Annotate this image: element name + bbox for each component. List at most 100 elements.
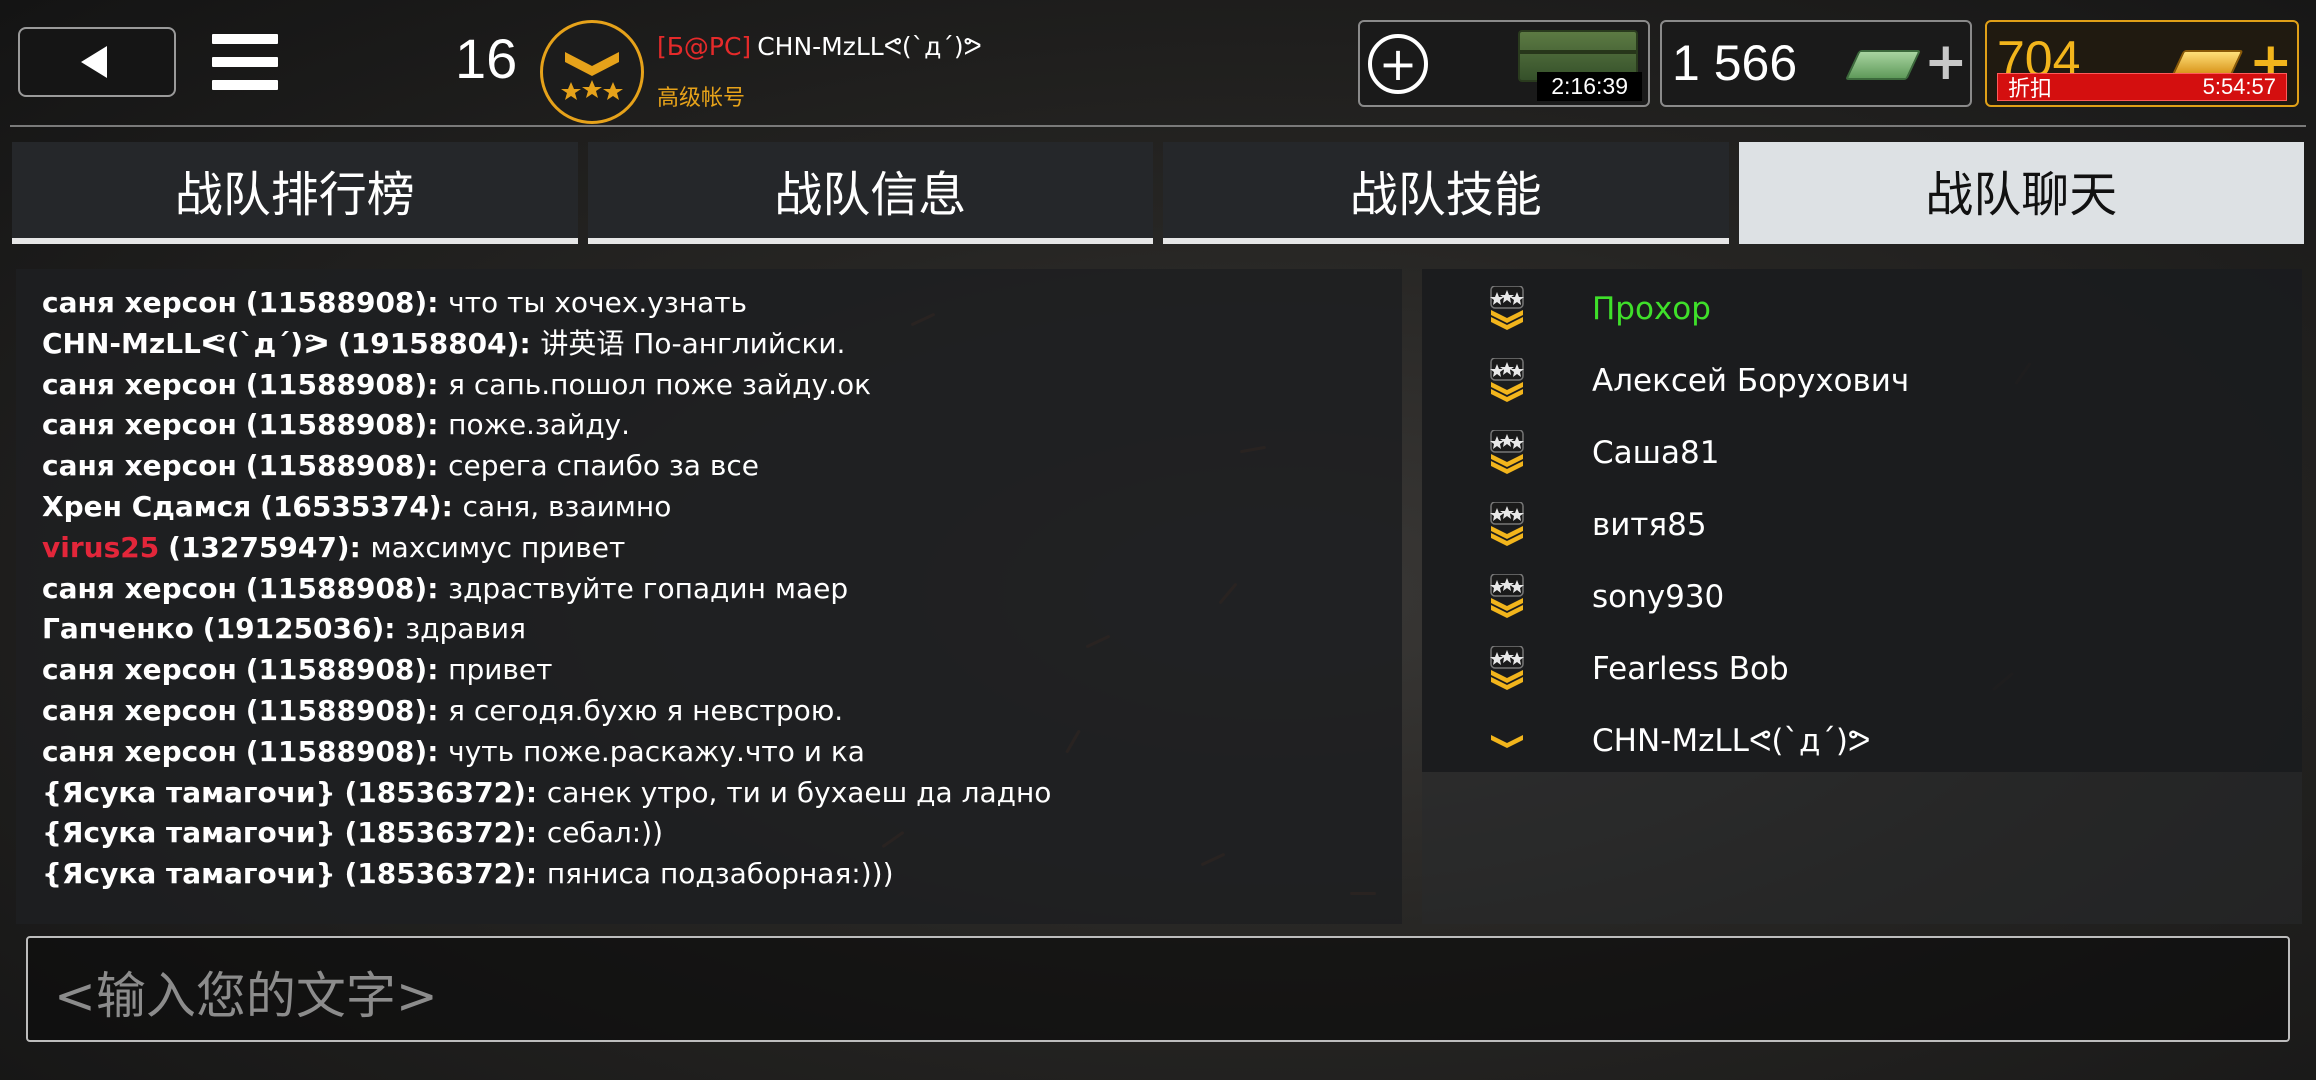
message-author[interactable]: саня херсон [42, 449, 237, 482]
message-text: я сапь.пошол поже зайду.ок [448, 367, 872, 401]
back-button[interactable] [18, 27, 176, 97]
message-author[interactable]: саня херсон [42, 653, 237, 686]
message-text: 讲英语 По-английски. [540, 326, 846, 360]
chat-message: саня херсон (11588908): что ты хочех.узн… [42, 283, 1376, 324]
discount-bar[interactable]: 折扣 5:54:57 [1997, 73, 2287, 102]
hamburger-menu-icon [212, 34, 278, 44]
member-row[interactable]: Прохор [1422, 273, 2302, 345]
member-row[interactable]: Саша81 [1422, 417, 2302, 489]
cash-amount: 1 566 [1672, 35, 1798, 91]
message-colon: : [525, 816, 547, 850]
message-colon: : [441, 489, 463, 523]
message-author[interactable]: саня херсон [42, 572, 237, 605]
chat-message: Гапченко (19125036): здравия [42, 609, 1376, 650]
message-colon: : [427, 571, 449, 605]
chat-input[interactable]: <输入您的文字> [26, 936, 2290, 1042]
rank-badge[interactable] [540, 20, 644, 124]
message-author[interactable]: саня херсон [42, 286, 237, 319]
clan-tabs: 战队排行榜 战队信息 战队技能 战队聊天 [12, 142, 2304, 244]
account-type: 高级帐号 [657, 86, 746, 111]
message-author-id: (18536372) [344, 816, 526, 850]
message-author[interactable]: саня херсон [42, 694, 237, 727]
player-name-text: CHN-MzLLᕙ(`д´)ᕗ [757, 32, 982, 61]
message-text: пяниса подзаборная:))) [546, 857, 894, 891]
message-author-id: (11588908) [245, 449, 428, 483]
message-text: себал:)) [546, 816, 664, 850]
tab-clan-chat[interactable]: 战队聊天 [1738, 142, 2304, 244]
rank-star-chevron-icon [1422, 502, 1592, 548]
message-text: привет [448, 653, 553, 687]
hamburger-line [212, 80, 278, 90]
chat-log[interactable]: саня херсон (11588908): что ты хочех.узн… [16, 269, 1402, 924]
message-author[interactable]: {Ясука тамагочи} [42, 857, 336, 890]
message-text: поже.зайду. [448, 408, 631, 442]
member-row[interactable]: Алексей Борухович [1422, 345, 2302, 417]
rank-chevron-stars-icon [561, 52, 623, 100]
message-author[interactable]: саня херсон [42, 735, 237, 768]
message-author[interactable]: Гапченко [42, 612, 194, 645]
member-name: Fearless Bob [1592, 651, 1789, 687]
gold-widget[interactable]: 704 + 折扣 5:54:57 [1985, 20, 2299, 107]
rank-star-chevron-icon [1422, 574, 1592, 620]
message-colon: : [427, 367, 449, 401]
message-text: махсимус привет [370, 530, 626, 564]
plus-icon[interactable]: + [1368, 34, 1428, 94]
menu-button[interactable] [212, 34, 278, 92]
tab-clan-info[interactable]: 战队信息 [587, 142, 1153, 244]
message-author-id: (18536372) [344, 775, 526, 809]
message-colon: : [519, 326, 541, 360]
chat-message: {Ясука тамагочи} (18536372): пяниса подз… [42, 854, 1376, 895]
message-author-id: (16535374) [260, 489, 442, 523]
member-row[interactable]: Fearless Bob [1422, 633, 2302, 705]
chat-message: саня херсон (11588908): здраствуйте гопа… [42, 569, 1376, 610]
members-list[interactable]: Прохор Алексей Борухович Саша81 витя85 s… [1422, 269, 2302, 772]
message-author[interactable]: Хрен Сдамся [42, 490, 251, 523]
message-text: серега спаибо за все [448, 449, 759, 483]
rank-star-chevron-icon [1422, 646, 1592, 692]
chat-message: саня херсон (11588908): серега спаибо за… [42, 446, 1376, 487]
message-author-id: (11588908) [245, 367, 428, 401]
message-colon: : [427, 653, 449, 687]
player-name[interactable]: [Б@РС] CHN-MzLLᕙ(`д´)ᕗ [657, 32, 982, 61]
message-author[interactable]: {Ясука тамагочи} [42, 816, 336, 849]
discount-timer: 5:54:57 [2202, 74, 2276, 99]
tab-clan-skills[interactable]: 战队技能 [1163, 142, 1729, 244]
message-author[interactable]: {Ясука тамагочи} [42, 776, 336, 809]
message-author-id: (11588908) [245, 653, 428, 687]
member-row[interactable]: CHN-MzLLᕙ(`д´)ᕗ [1422, 705, 2302, 777]
member-row[interactable]: sony930 [1422, 561, 2302, 633]
member-row[interactable]: витя85 [1422, 489, 2302, 561]
message-author[interactable]: CHN-MzLLᕙ(`д´)ᕗ [42, 327, 329, 360]
clan-tag: [Б@РС] [657, 32, 752, 61]
message-author-id: (11588908) [245, 693, 428, 727]
message-author-id: (11588908) [245, 408, 428, 442]
message-author-id: (11588908) [245, 734, 428, 768]
message-colon: : [427, 449, 449, 483]
member-name: CHN-MzLLᕙ(`д´)ᕗ [1592, 723, 1871, 759]
message-text: что ты хочех.узнать [448, 286, 748, 319]
message-author-id: (13275947) [168, 530, 350, 564]
cash-widget[interactable]: 1 566 + [1660, 20, 1972, 107]
crate-widget[interactable]: + 2:16:39 [1358, 20, 1650, 107]
message-colon: : [525, 857, 547, 891]
tab-clan-leaderboard[interactable]: 战队排行榜 [12, 142, 578, 244]
message-text: здраствуйте гопадин маер [448, 571, 849, 605]
message-colon: : [427, 408, 449, 442]
chat-message: virus25 (13275947): махсимус привет [42, 528, 1376, 569]
message-author[interactable]: virus25 [42, 531, 159, 564]
message-author[interactable]: саня херсон [42, 368, 237, 401]
add-cash-plus-icon[interactable]: + [1924, 36, 1968, 88]
message-text: я сегодя.бухю я невстрою. [448, 693, 844, 727]
message-text: чуть поже.раскажу.что и ка [448, 734, 865, 768]
member-name: витя85 [1592, 507, 1707, 543]
message-author[interactable]: саня херсон [42, 408, 237, 441]
member-name: Прохор [1592, 291, 1711, 327]
member-name: sony930 [1592, 579, 1725, 615]
message-colon: : [427, 734, 449, 768]
message-colon: : [525, 775, 547, 809]
message-author-id: (11588908) [245, 571, 428, 605]
message-author-id: (19158804) [337, 326, 520, 360]
message-colon: : [349, 530, 371, 564]
chat-message: {Ясука тамагочи} (18536372): санек утро,… [42, 773, 1376, 814]
rank-chevron-icon [1422, 731, 1592, 751]
